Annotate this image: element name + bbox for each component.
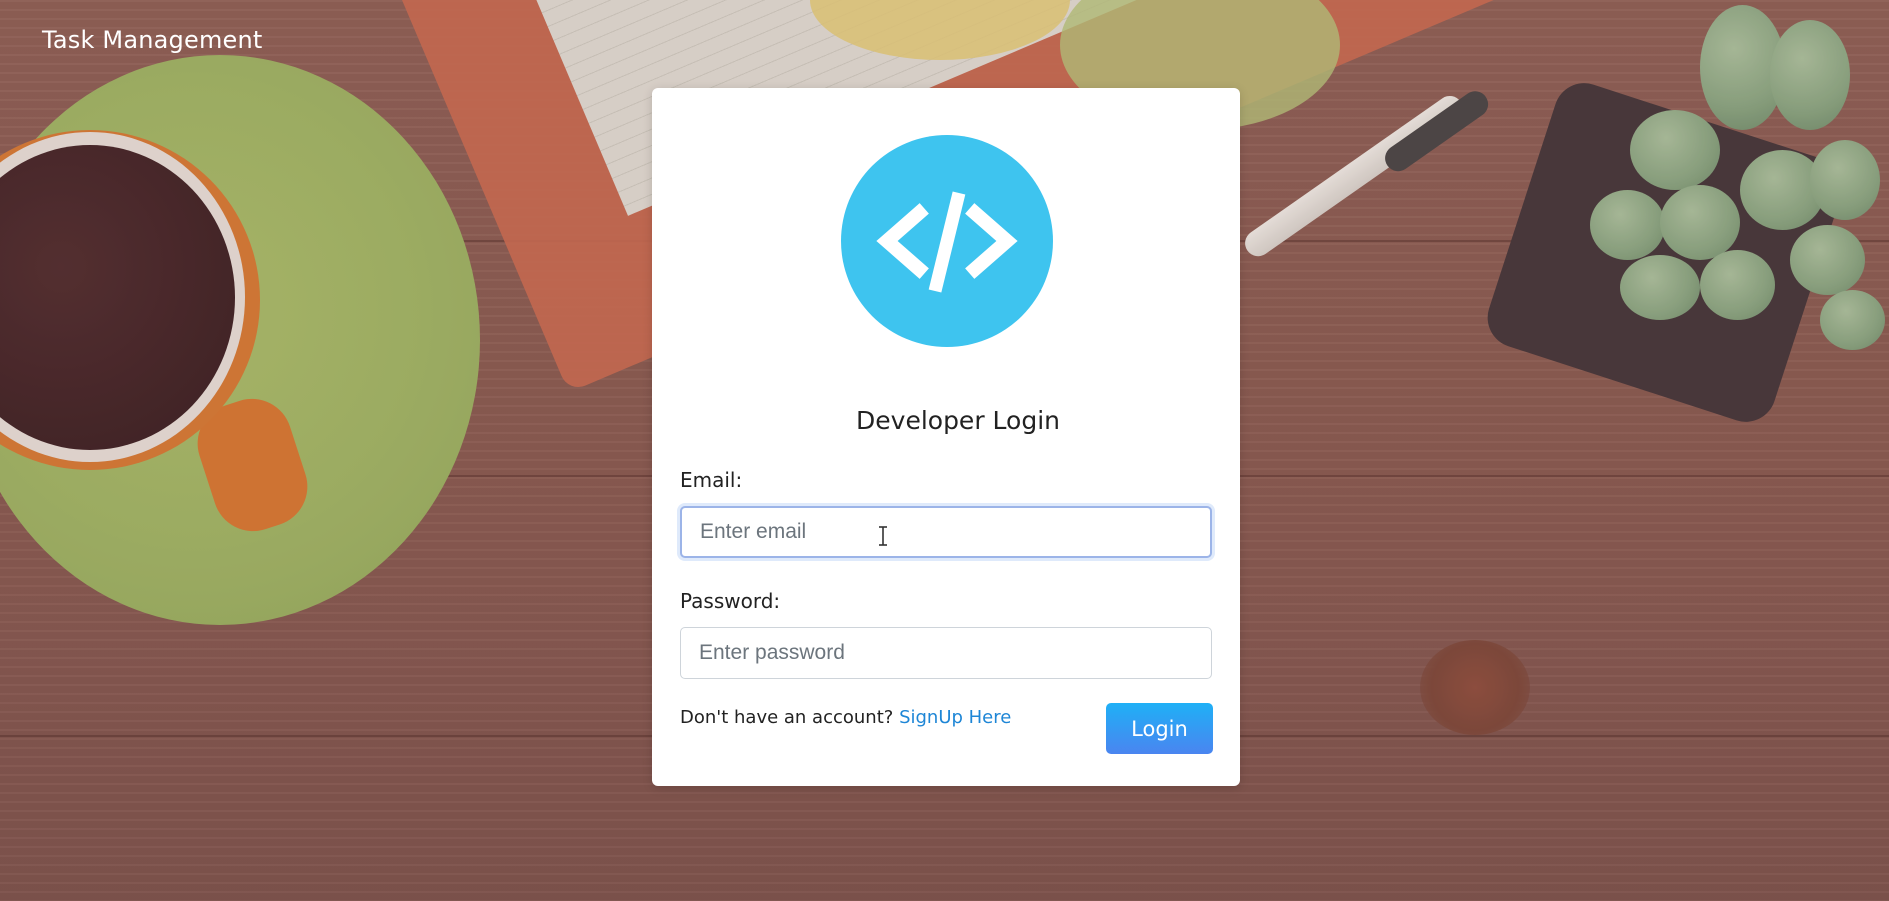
email-label: Email: (680, 468, 743, 492)
password-label: Password: (680, 589, 781, 613)
app-title: Task Management (42, 26, 263, 54)
text-cursor-icon (879, 526, 887, 546)
code-brackets-icon (841, 135, 1053, 347)
code-brackets-glyph (876, 191, 1018, 293)
email-input[interactable] (680, 506, 1212, 558)
login-card: Developer Login Email: Password: Don't h… (652, 88, 1240, 786)
login-page: Task Management Developer Login Email: P… (0, 0, 1889, 901)
signup-prompt-text: Don't have an account? (680, 707, 894, 728)
login-title: Developer Login (856, 406, 1060, 435)
password-input[interactable] (680, 627, 1212, 679)
login-button[interactable]: Login (1106, 703, 1213, 754)
signup-link[interactable]: SignUp Here (899, 707, 1011, 728)
signup-prompt-row: Don't have an account? SignUp Here (680, 707, 1011, 728)
